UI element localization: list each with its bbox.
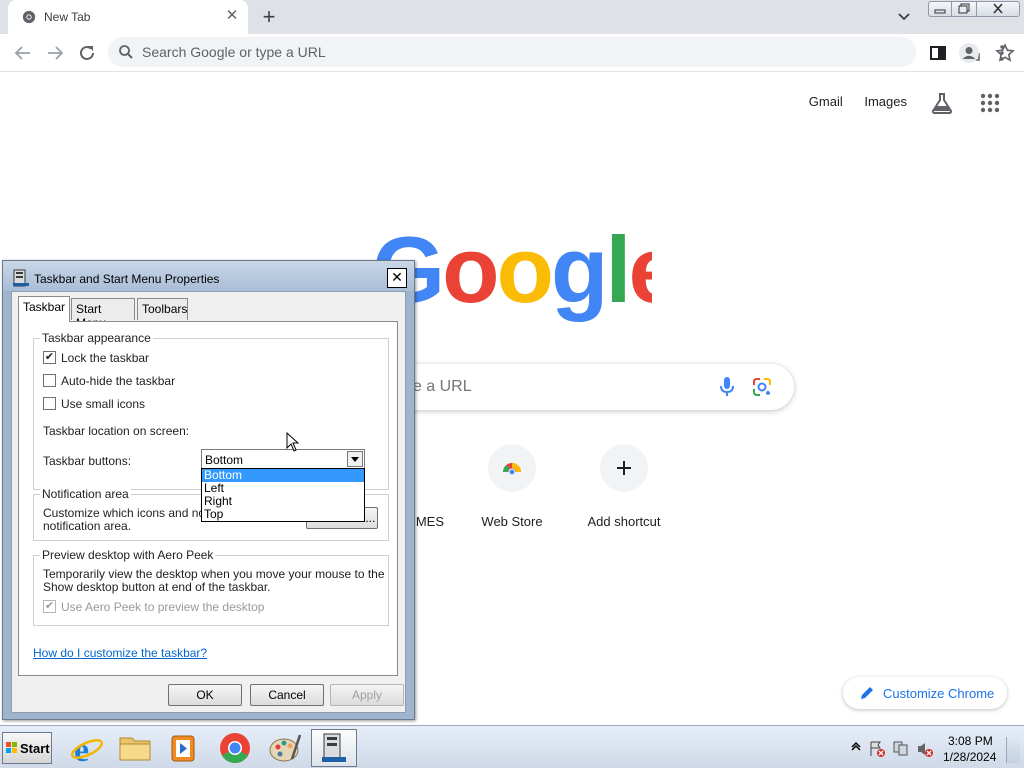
file-explorer-icon[interactable] [112,729,158,767]
profile-avatar-icon[interactable] [958,42,980,64]
group-label: Taskbar appearance [40,331,153,345]
system-tray: 3:08 PM 1/28/2024 [846,729,1022,767]
media-player-icon[interactable] [160,729,206,767]
tab-title: New Tab [44,10,91,24]
search-icon [119,45,133,59]
tab-close-icon[interactable]: ✕ [224,8,240,24]
tab-new-tab[interactable]: New Tab ✕ [8,0,248,34]
option-bottom[interactable]: Bottom [202,469,364,482]
internet-explorer-icon[interactable]: e [64,729,110,768]
option-top[interactable]: Top [202,508,364,521]
aero-desc-line2: Show desktop button at end of the taskba… [43,580,271,594]
ntp-search-box[interactable]: ype a URL [380,364,794,410]
tab-strip: New Tab ✕ + [0,0,1024,34]
back-arrow-icon[interactable] [12,42,34,64]
windows-flag-icon [6,742,17,753]
dialog-titlebar[interactable]: Taskbar and Start Menu Properties ✕ [3,261,414,291]
show-hidden-icons-icon[interactable] [850,741,862,753]
paint-icon[interactable] [262,729,308,767]
checkmark-icon: ✔ [43,600,56,613]
side-panel-icon[interactable] [927,42,949,64]
shortcut-label: Web Store [481,514,543,529]
webstore-icon [488,444,536,492]
start-button[interactable]: Start [2,732,52,764]
taskbar-location-select[interactable]: Bottom [201,449,365,469]
google-lens-icon[interactable] [752,377,772,397]
pencil-icon [861,687,873,699]
new-tab-button[interactable]: + [258,6,280,28]
customize-chrome-button[interactable]: Customize Chrome [843,677,1007,709]
dialog-close-button[interactable]: ✕ [387,268,407,288]
images-link[interactable]: Images [864,94,907,109]
taskbar-tab-page: Taskbar appearance ✔ Lock the taskbar Au… [18,321,398,676]
notification-desc-line2: notification area. [43,519,132,533]
network-icon[interactable] [892,740,910,758]
shortcut-tile-web-store[interactable]: Web Store [456,444,568,534]
dropdown-arrow-icon[interactable] [347,451,363,467]
tab-search-chevron-icon[interactable] [894,8,914,26]
taskbar-properties-dialog: Taskbar and Start Menu Properties ✕ Task… [2,260,415,720]
cancel-button[interactable]: Cancel [250,684,324,706]
voice-search-mic-icon[interactable] [718,376,736,398]
window-close-button[interactable] [976,1,1020,17]
help-link[interactable]: How do I customize the taskbar? [33,646,207,660]
chrome-icon[interactable] [212,729,258,767]
tab-taskbar[interactable]: Taskbar [18,296,70,322]
add-shortcut-tile[interactable]: Add shortcut [568,444,680,534]
clock-date[interactable]: 1/28/2024 [943,750,996,764]
customize-chrome-label: Customize Chrome [883,686,995,701]
browser-toolbar [0,34,1024,72]
tab-start-menu[interactable]: Start Menu [71,298,135,330]
taskbar-location-dropdown: Bottom Left Right Top [201,468,365,522]
aero-peek-group: Preview desktop with Aero Peek Temporari… [33,548,389,626]
group-label: Notification area [40,487,131,501]
mouse-cursor-icon [286,432,300,452]
gmail-link[interactable]: Gmail [809,94,843,109]
location-label: Taskbar location on screen: [43,424,190,438]
aero-desc-line1: Temporarily view the desktop when you mo… [43,567,385,581]
dialog-title: Taskbar and Start Menu Properties [34,272,220,286]
kebab-menu-icon[interactable] [991,42,1013,64]
apply-button[interactable]: Apply [330,684,404,706]
tab-toolbars[interactable]: Toolbars [137,298,188,320]
windows-taskbar: Start e 3:08 PM 1/28/2024 [0,725,1024,768]
option-right[interactable]: Right [202,495,364,508]
omnibox[interactable] [108,37,1015,67]
taskbar-buttons-label: Taskbar buttons: [43,454,132,468]
volume-muted-icon[interactable] [916,740,934,758]
dialog-client-area: Taskbar Start Menu Toolbars Taskbar appe… [11,291,406,713]
group-label: Preview desktop with Aero Peek [40,548,216,562]
shortcut-label: Add shortcut [587,514,661,529]
window-minimize-button[interactable] [928,1,952,17]
ok-button[interactable]: OK [168,684,242,706]
labs-flask-icon[interactable] [930,92,954,114]
show-desktop-button[interactable] [1006,737,1020,763]
google-apps-grid-icon[interactable] [979,92,1001,114]
window-restore-button[interactable] [951,1,977,17]
checkmark-icon: ✔ [43,351,56,364]
plus-icon [600,444,648,492]
chrome-favicon-icon [22,10,36,24]
forward-arrow-icon[interactable] [44,42,66,64]
taskbar-properties-icon[interactable] [311,729,357,767]
taskbar-properties-icon [13,269,29,287]
omnibox-input[interactable] [142,37,842,67]
action-center-icon[interactable] [868,740,886,758]
ntp-top-links: Gmail Images [791,94,907,109]
reload-icon[interactable] [76,42,98,64]
clock-time[interactable]: 3:08 PM [948,734,993,748]
